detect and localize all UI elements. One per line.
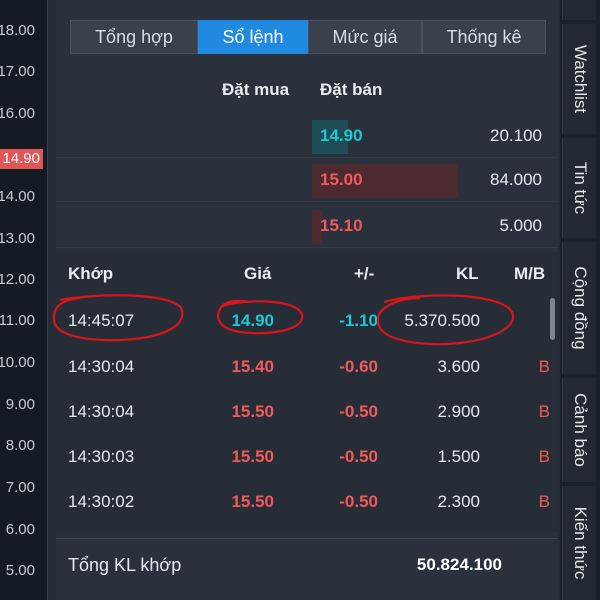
trade-price: 15.50 — [231, 492, 274, 511]
price-axis: 18.00 17.00 16.00 14.90 14.00 13.00 12.0… — [0, 0, 48, 600]
total-matched-volume: Tổng KL khớp 50.824.100 — [56, 538, 558, 588]
matched-trades-table: Khớp Giá +/- KL M/B 14:45:07 14.90 -1.10… — [56, 252, 558, 532]
axis-tick: 7.00 — [5, 479, 35, 496]
trade-row[interactable]: 14:30:02 15.50 -0.50 2.300 B — [56, 479, 558, 524]
ask-price: 15.10 — [320, 216, 363, 235]
trade-change: -0.50 — [339, 447, 378, 466]
trade-row[interactable]: 14:30:03 15.50 -0.50 1.500 B — [56, 434, 558, 479]
vertical-tab-partial[interactable] — [562, 0, 596, 20]
ask-price: 14.90 — [320, 126, 363, 145]
ask-header: Đặt bán — [320, 80, 383, 99]
trade-row[interactable]: 14:45:07 14.90 -1.10 5.370.500 — [56, 298, 558, 343]
trade-change: -1.10 — [339, 311, 378, 330]
vertical-tab-label: Tin tức — [570, 161, 590, 215]
trade-side: B — [538, 402, 550, 421]
vertical-tab-watchlist[interactable]: Watchlist — [562, 24, 596, 134]
trades-scrollbar[interactable] — [550, 298, 555, 340]
time-column-header: Khớp — [68, 264, 114, 283]
vertical-tab-kien-thuc[interactable]: Kiến thức — [562, 486, 596, 600]
trade-price: 14.90 — [231, 311, 274, 330]
trade-volume: 2.300 — [437, 492, 480, 511]
ask-volume: 20.100 — [490, 126, 542, 145]
change-column-header: +/- — [354, 264, 375, 283]
trade-time: 14:30:03 — [68, 447, 135, 466]
axis-tick: 13.00 — [0, 230, 35, 247]
axis-tick: 12.00 — [0, 271, 35, 288]
ask-volume: 5.000 — [499, 216, 542, 235]
side-column-header: M/B — [514, 264, 546, 283]
tab-muc-gia[interactable]: Mức giá — [308, 20, 422, 54]
side-vertical-tabs: Watchlist Tin tức Cộng đồng Cảnh báo Kiế… — [560, 0, 600, 600]
total-value: 50.824.100 — [416, 555, 502, 574]
stock-trading-window: 18.00 17.00 16.00 14.90 14.00 13.00 12.0… — [0, 0, 600, 600]
trade-price: 15.50 — [231, 447, 274, 466]
tab-so-lenh[interactable]: Sổ lệnh — [198, 20, 308, 54]
axis-tick: 17.00 — [0, 63, 35, 80]
trade-row[interactable]: 14:30:04 15.40 -0.60 3.600 B — [56, 344, 558, 389]
trade-price: 15.40 — [231, 357, 274, 376]
vertical-tab-cong-dong[interactable]: Cộng đồng — [562, 242, 596, 374]
trade-time: 14:30:04 — [68, 402, 135, 421]
trade-side: B — [538, 447, 550, 466]
order-panel: Tổng hợp Sổ lệnh Mức giá Thống kê Đặt mu… — [56, 0, 558, 600]
trade-change: -0.50 — [339, 402, 378, 421]
vertical-tab-label: Cảnh báo — [570, 393, 590, 467]
axis-tick: 14.00 — [0, 188, 35, 205]
trade-side: B — [538, 492, 550, 511]
axis-tick: 9.00 — [5, 396, 35, 413]
axis-tick: 18.00 — [0, 22, 35, 39]
trade-row[interactable]: 14:30:04 15.50 -0.50 2.900 B — [56, 389, 558, 434]
trade-side: B — [538, 357, 550, 376]
trade-volume: 2.900 — [437, 402, 480, 421]
trade-volume: 3.600 — [437, 357, 480, 376]
trade-change: -0.50 — [339, 492, 378, 511]
vertical-tab-label: Kiến thức — [570, 506, 590, 580]
vertical-tab-tin-tuc[interactable]: Tin tức — [562, 138, 596, 238]
axis-tick: 11.00 — [0, 312, 35, 329]
trade-volume: 5.370.500 — [404, 311, 480, 330]
price-column-header: Giá — [244, 264, 272, 283]
axis-tick: 16.00 — [0, 105, 35, 122]
trades-header: Khớp Giá +/- KL M/B — [56, 264, 558, 286]
vertical-tab-label: Cộng đồng — [570, 266, 590, 350]
current-price-marker: 14.90 — [0, 149, 43, 169]
order-book-header: Đặt mua Đặt bán — [56, 80, 558, 102]
axis-tick: 5.00 — [5, 562, 35, 579]
ask-price: 15.00 — [320, 170, 363, 189]
total-label: Tổng KL khớp — [68, 555, 182, 575]
vertical-tab-canh-bao[interactable]: Cảnh báo — [562, 378, 596, 482]
axis-tick: 6.00 — [5, 521, 35, 538]
axis-tick: 10.00 — [0, 354, 35, 371]
trade-time: 14:30:04 — [68, 357, 135, 376]
trade-change: -0.60 — [339, 357, 378, 376]
trade-time: 14:45:07 — [68, 311, 135, 330]
order-book-row[interactable]: 15.10 5.000 — [56, 204, 558, 248]
tab-thong-ke[interactable]: Thống kê — [422, 20, 546, 54]
trade-volume: 1.500 — [437, 447, 480, 466]
vertical-tab-label: Watchlist — [570, 44, 590, 114]
ask-volume: 84.000 — [490, 170, 542, 189]
order-book-row[interactable]: 14.90 20.100 — [56, 114, 558, 158]
axis-tick: 8.00 — [5, 437, 35, 454]
bid-header: Đặt mua — [222, 80, 290, 99]
tab-tong-hop[interactable]: Tổng hợp — [70, 20, 198, 54]
trade-time: 14:30:02 — [68, 492, 135, 511]
trade-price: 15.50 — [231, 402, 274, 421]
volume-column-header: KL — [456, 264, 479, 283]
order-book-row[interactable]: 15.00 84.000 — [56, 158, 558, 202]
panel-tabs: Tổng hợp Sổ lệnh Mức giá Thống kê — [70, 20, 546, 54]
